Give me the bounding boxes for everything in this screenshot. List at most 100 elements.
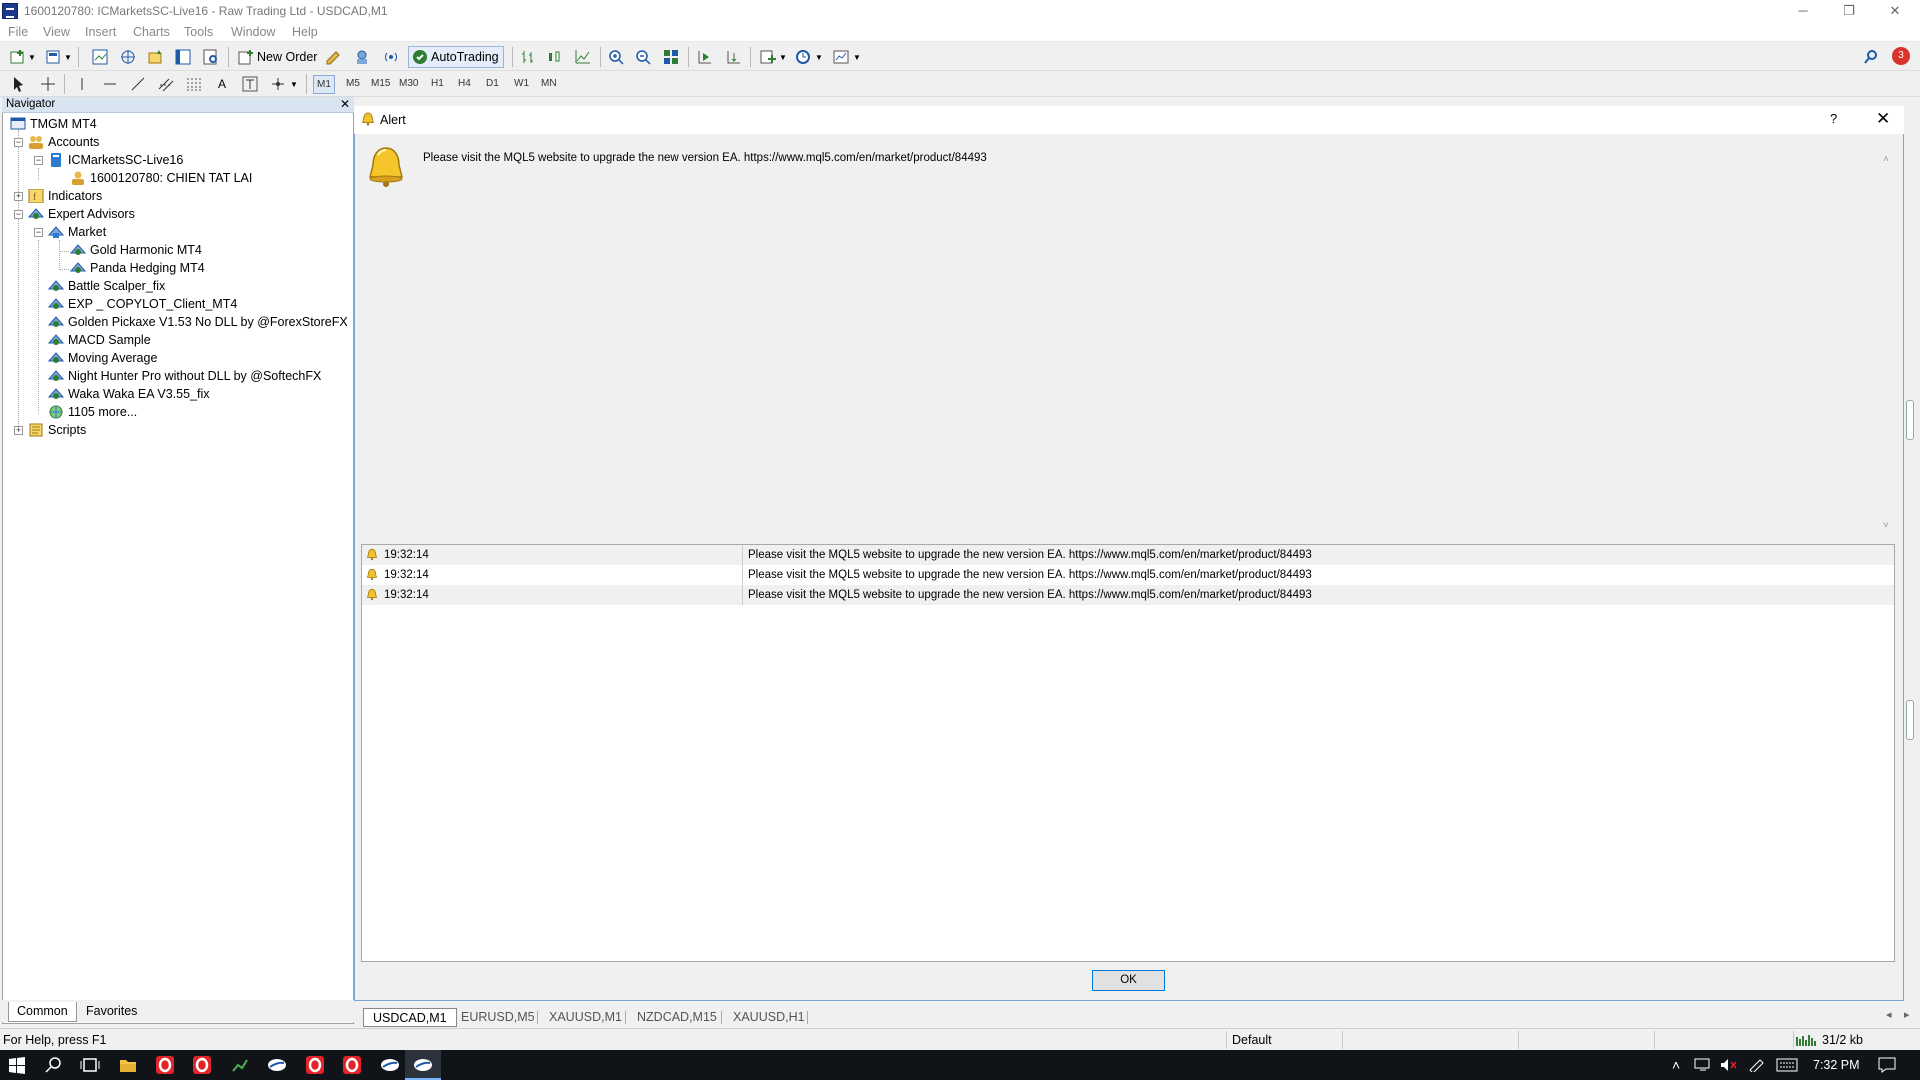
menu-insert[interactable]: Insert bbox=[85, 25, 116, 39]
chart-tab-eurusd-m5[interactable]: EURUSD,M5 bbox=[452, 1008, 544, 1027]
tree-ea-item[interactable]: MACD Sample bbox=[48, 331, 151, 349]
tree-accounts[interactable]: Accounts bbox=[28, 133, 99, 151]
windows-start-icon[interactable] bbox=[7, 1055, 27, 1075]
chart-autoscroll-icon[interactable] bbox=[697, 49, 713, 65]
help-button[interactable]: ? bbox=[1830, 111, 1837, 126]
new-order-icon[interactable] bbox=[238, 49, 254, 65]
fibonacci-icon[interactable] bbox=[186, 76, 202, 92]
close-icon[interactable]: ✕ bbox=[340, 97, 350, 111]
timeframe-mn[interactable]: MN bbox=[541, 78, 557, 89]
periods-clock-icon[interactable] bbox=[795, 49, 811, 65]
indicators-list-icon[interactable] bbox=[760, 49, 776, 65]
search-icon[interactable] bbox=[1863, 49, 1879, 65]
restore-button[interactable]: ❐ bbox=[1826, 0, 1872, 22]
line-chart-icon[interactable] bbox=[575, 49, 591, 65]
terminal-icon[interactable] bbox=[175, 49, 191, 65]
search-icon[interactable] bbox=[44, 1055, 64, 1075]
alert-row[interactable]: 19:32:14 Please visit the MQL5 website t… bbox=[362, 545, 1894, 565]
alert-row[interactable]: 19:32:14 Please visit the MQL5 website t… bbox=[362, 585, 1894, 605]
chevron-down-icon[interactable]: ▼ bbox=[64, 53, 72, 62]
auto-trading-button[interactable]: AutoTrading bbox=[408, 46, 504, 68]
candlestick-icon[interactable] bbox=[546, 49, 562, 65]
chevron-down-icon[interactable]: ▼ bbox=[815, 53, 823, 62]
equidistant-channel-icon[interactable] bbox=[158, 76, 174, 92]
task-view-icon[interactable] bbox=[80, 1055, 100, 1075]
menu-tools[interactable]: Tools bbox=[184, 25, 213, 39]
close-window-button[interactable]: ✕ bbox=[1872, 0, 1918, 22]
alert-row[interactable]: 19:32:14 Please visit the MQL5 website t… bbox=[362, 565, 1894, 585]
tree-ea-item[interactable]: Battle Scalper_fix bbox=[48, 277, 165, 295]
cursor-icon[interactable] bbox=[11, 76, 27, 92]
expander-minus[interactable]: − bbox=[14, 210, 23, 219]
zoom-out-icon[interactable] bbox=[635, 49, 651, 65]
tree-market-item[interactable]: Panda Hedging MT4 bbox=[70, 259, 205, 277]
expander-plus[interactable]: + bbox=[14, 426, 23, 435]
opera-browser-icon[interactable] bbox=[305, 1055, 325, 1075]
scroll-left-icon[interactable]: ◂ bbox=[1886, 1008, 1892, 1021]
chevron-down-icon[interactable]: ▼ bbox=[853, 53, 861, 62]
network-icon[interactable] bbox=[1694, 1058, 1712, 1072]
timeframe-m5[interactable]: M5 bbox=[346, 78, 360, 89]
tree-ea-item[interactable]: Golden Pickaxe V1.53 No DLL by @ForexSto… bbox=[48, 313, 348, 331]
keyboard-icon[interactable] bbox=[1776, 1058, 1798, 1072]
timeframe-d1[interactable]: D1 bbox=[486, 78, 499, 89]
tree-more[interactable]: 1105 more... bbox=[48, 403, 137, 421]
opera-browser-icon[interactable] bbox=[192, 1055, 212, 1075]
menu-view[interactable]: View bbox=[43, 25, 70, 39]
volume-muted-icon[interactable] bbox=[1720, 1058, 1738, 1072]
vertical-line-icon[interactable] bbox=[74, 76, 90, 92]
timeframe-w1[interactable]: W1 bbox=[514, 78, 529, 89]
data-window-icon[interactable] bbox=[120, 49, 136, 65]
text-label-icon[interactable] bbox=[242, 76, 258, 92]
chart-tab-usdcad-m1[interactable]: USDCAD,M1 bbox=[363, 1008, 457, 1027]
tab-common[interactable]: Common bbox=[8, 1002, 77, 1022]
menu-file[interactable]: File bbox=[8, 25, 28, 39]
tile-windows-icon[interactable] bbox=[663, 49, 679, 65]
tree-ea-item[interactable]: Waka Waka EA V3.55_fix bbox=[48, 385, 210, 403]
chart-shift-icon[interactable] bbox=[726, 49, 742, 65]
bar-chart-icon[interactable] bbox=[520, 49, 536, 65]
new-chart-icon[interactable] bbox=[10, 49, 26, 65]
horizontal-line-icon[interactable] bbox=[102, 76, 118, 92]
opera-browser-icon[interactable] bbox=[342, 1055, 362, 1075]
tree-ea-item[interactable]: Night Hunter Pro without DLL by @Softech… bbox=[48, 367, 321, 385]
tree-ea-item[interactable]: EXP _ COPYLOT_Client_MT4 bbox=[48, 295, 237, 313]
minimize-button[interactable]: ─ bbox=[1780, 0, 1826, 22]
tree-ea-item[interactable]: Moving Average bbox=[48, 349, 157, 367]
scroll-right-icon[interactable]: ▸ bbox=[1904, 1008, 1910, 1021]
text-tool-icon[interactable]: A bbox=[218, 77, 226, 91]
profiles-icon[interactable] bbox=[46, 49, 62, 65]
pen-icon[interactable] bbox=[1748, 1058, 1766, 1072]
scroll-handle[interactable] bbox=[1906, 400, 1914, 440]
templates-icon[interactable] bbox=[833, 49, 849, 65]
tree-market[interactable]: Market bbox=[48, 223, 106, 241]
tree-market-item[interactable]: Gold Harmonic MT4 bbox=[70, 241, 202, 259]
notifications-icon[interactable] bbox=[1878, 1057, 1896, 1073]
tray-expand-icon[interactable]: ˄ bbox=[1672, 1057, 1680, 1073]
metatrader-icon[interactable] bbox=[267, 1055, 287, 1075]
tree-indicators[interactable]: f Indicators bbox=[28, 187, 102, 205]
broadcast-icon[interactable] bbox=[383, 49, 399, 65]
menu-charts[interactable]: Charts bbox=[133, 25, 170, 39]
chart-app-icon[interactable] bbox=[230, 1055, 250, 1075]
zoom-in-icon[interactable] bbox=[608, 49, 624, 65]
menu-help[interactable]: Help bbox=[292, 25, 318, 39]
signals-icon[interactable] bbox=[354, 49, 370, 65]
chevron-down-icon[interactable]: ▼ bbox=[28, 53, 36, 62]
chart-tab-xauusd-m1[interactable]: XAUUSD,M1 bbox=[540, 1008, 631, 1027]
expander-minus[interactable]: − bbox=[34, 228, 43, 237]
metatrader-icon[interactable] bbox=[380, 1055, 400, 1075]
tree-expert-advisors[interactable]: Expert Advisors bbox=[28, 205, 135, 223]
expander-plus[interactable]: + bbox=[14, 192, 23, 201]
crosshair-icon[interactable] bbox=[40, 76, 56, 92]
expander-minus[interactable]: − bbox=[34, 156, 43, 165]
tab-favorites[interactable]: Favorites bbox=[78, 1002, 145, 1022]
chart-tab-xauusd-h1[interactable]: XAUUSD,H1 bbox=[724, 1008, 814, 1027]
clock-time[interactable]: 7:32 PM bbox=[1813, 1058, 1860, 1072]
metatrader-icon[interactable] bbox=[413, 1055, 433, 1075]
navigator-icon[interactable] bbox=[148, 49, 164, 65]
ok-button[interactable]: OK bbox=[1092, 970, 1165, 991]
metaeditor-icon[interactable] bbox=[325, 49, 341, 65]
timeframe-m15[interactable]: M15 bbox=[371, 78, 390, 89]
new-order-button[interactable]: New Order bbox=[257, 50, 317, 64]
